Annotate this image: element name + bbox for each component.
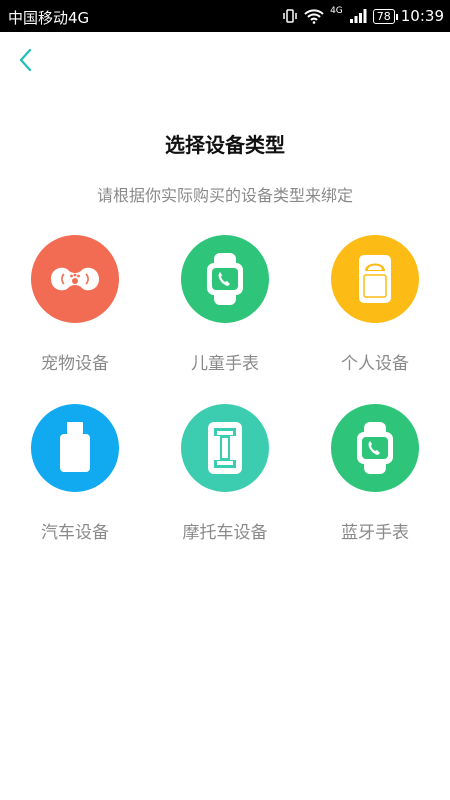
motorcycle-tracker-icon [181,404,269,492]
status-icons: 4G 78 10:39 [282,5,444,27]
pet-tracker-icon [31,235,119,323]
device-option-motorcycle[interactable]: 摩托车设备 [160,404,290,543]
wifi-icon [304,9,324,24]
page-title: 选择设备类型 [165,133,285,157]
status-bar: 中国移动4G 4G 78 10:39 [0,0,450,32]
device-option-bluetooth-watch[interactable]: 蓝牙手表 [310,404,440,543]
clock: 10:39 [400,7,444,25]
device-label: 个人设备 [341,354,409,374]
kids-watch-icon [181,235,269,323]
bluetooth-watch-icon [331,404,419,492]
carrier-name: 中国移动4G [8,9,90,27]
battery-indicator: 78 [372,8,398,24]
back-button[interactable] [14,46,38,74]
device-option-personal[interactable]: 个人设备 [310,235,440,374]
device-option-car[interactable]: 汽车设备 [10,404,140,543]
device-option-pet[interactable]: 宠物设备 [10,235,140,374]
signal-icon [349,9,367,23]
device-option-kids-watch[interactable]: 儿童手表 [160,235,290,374]
car-obd-icon [31,404,119,492]
device-label: 汽车设备 [41,523,109,543]
personal-tracker-icon [331,235,419,323]
device-label: 摩托车设备 [182,523,268,543]
device-label: 蓝牙手表 [341,523,409,543]
page-subtitle: 请根据你实际购买的设备类型来绑定 [96,186,353,205]
device-label: 儿童手表 [191,354,259,374]
device-label: 宠物设备 [41,354,109,374]
vibrate-icon [283,9,297,23]
chevron-left-icon [19,48,32,72]
network-type: 4G [330,6,343,16]
